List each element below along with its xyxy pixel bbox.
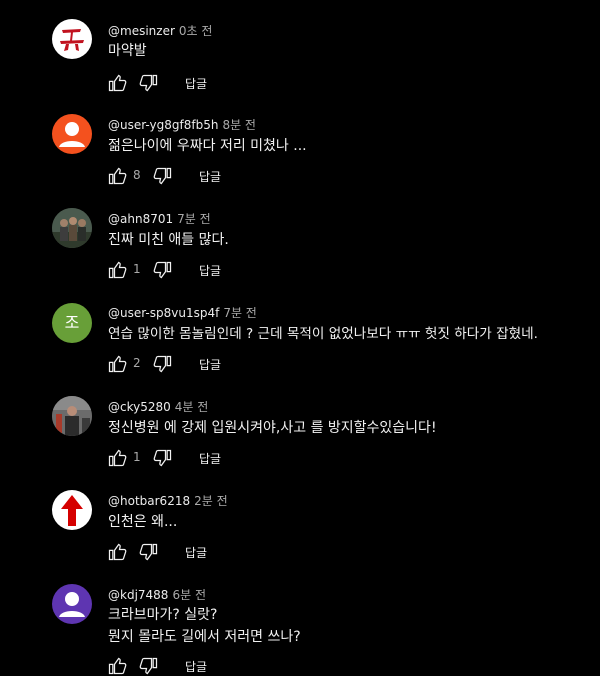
reply-button[interactable]: 답글: [199, 356, 221, 373]
comment-author[interactable]: @mesinzer: [108, 24, 175, 38]
comment-text: 마약발: [108, 43, 147, 59]
reply-button[interactable]: 답글: [199, 262, 221, 279]
comment-time[interactable]: 2분 전: [194, 494, 228, 508]
dislike-icon[interactable]: [153, 260, 173, 280]
avatar[interactable]: 조: [52, 303, 92, 343]
reply-button[interactable]: 답글: [199, 450, 221, 467]
avatar[interactable]: [52, 396, 92, 436]
avatar[interactable]: [52, 19, 92, 59]
comment-actions: 답글: [107, 656, 237, 676]
reply-button[interactable]: 답글: [185, 75, 207, 92]
comment-actions: 2 답글: [107, 354, 237, 374]
comment-author[interactable]: @ahn8701: [108, 212, 173, 226]
comment-text: 진짜 미친 애들 많다.: [108, 232, 229, 248]
comment-time[interactable]: 4분 전: [175, 400, 209, 414]
comment-author[interactable]: @user-sp8vu1sp4f: [108, 306, 219, 320]
reply-button[interactable]: 답글: [185, 658, 207, 675]
photo-avatar-icon: [52, 396, 92, 436]
dislike-icon[interactable]: [139, 656, 159, 676]
like-icon[interactable]: [107, 260, 127, 280]
comment-text: 인천은 왜...: [108, 514, 178, 530]
comment-text: 정신병원 에 강제 입원시켜야,사고 를 방지할수있습니다!: [108, 420, 437, 436]
comment-text: 연습 많이한 몸놀림인데 ? 근데 목적이 없었나보다 ㅠㅠ 헛짓 하다가 잡혔…: [108, 326, 538, 342]
reply-button[interactable]: 답글: [185, 544, 207, 561]
dislike-icon[interactable]: [153, 448, 173, 468]
like-icon[interactable]: [107, 354, 127, 374]
comment-actions: 답글: [107, 542, 237, 562]
comment-actions: 답글: [107, 73, 227, 93]
dislike-icon[interactable]: [139, 73, 159, 93]
comment-author[interactable]: @hotbar6218: [108, 494, 190, 508]
avatar[interactable]: [52, 114, 92, 154]
comment-author[interactable]: @user-yg8gf8fb5h: [108, 118, 218, 132]
like-icon[interactable]: [107, 73, 127, 93]
comment-actions: 8 답글: [107, 166, 237, 186]
like-icon[interactable]: [107, 166, 127, 186]
avatar-letter: 조: [64, 313, 80, 332]
comment-text: 젊은나이에 우짜다 저리 미쳤나 ...: [108, 138, 307, 154]
comment-actions: 1 답글: [107, 448, 237, 468]
comment-author[interactable]: @kdj7488: [108, 588, 168, 602]
avatar[interactable]: [52, 208, 92, 248]
red-arrow-up-icon: [61, 495, 83, 526]
dislike-icon[interactable]: [153, 354, 173, 374]
avatar[interactable]: [52, 490, 92, 530]
red-calligraphy-icon: [60, 29, 84, 51]
dislike-icon[interactable]: [139, 542, 159, 562]
like-icon[interactable]: [107, 448, 127, 468]
dislike-icon[interactable]: [153, 166, 173, 186]
like-icon[interactable]: [107, 656, 127, 676]
comment-time[interactable]: 0초 전: [179, 24, 213, 38]
user-icon: [59, 592, 85, 617]
comment-time[interactable]: 7분 전: [177, 212, 211, 226]
comment-author[interactable]: @cky5280: [108, 400, 171, 414]
photo-avatar-icon: [52, 208, 92, 248]
comment-time[interactable]: 6분 전: [172, 588, 206, 602]
like-count: 1: [133, 450, 141, 464]
avatar[interactable]: [52, 584, 92, 624]
comment-time[interactable]: 8분 전: [222, 118, 256, 132]
comment-text: 크라브마가? 실랏? 뭔지 몰라도 길에서 저러면 쓰나?: [108, 607, 301, 645]
comment-actions: 1 답글: [107, 260, 237, 280]
user-icon: [59, 122, 85, 147]
like-icon[interactable]: [107, 542, 127, 562]
reply-button[interactable]: 답글: [199, 168, 221, 185]
like-count: 8: [133, 168, 141, 182]
comment-time[interactable]: 7분 전: [223, 306, 257, 320]
like-count: 1: [133, 262, 141, 276]
like-count: 2: [133, 356, 141, 370]
